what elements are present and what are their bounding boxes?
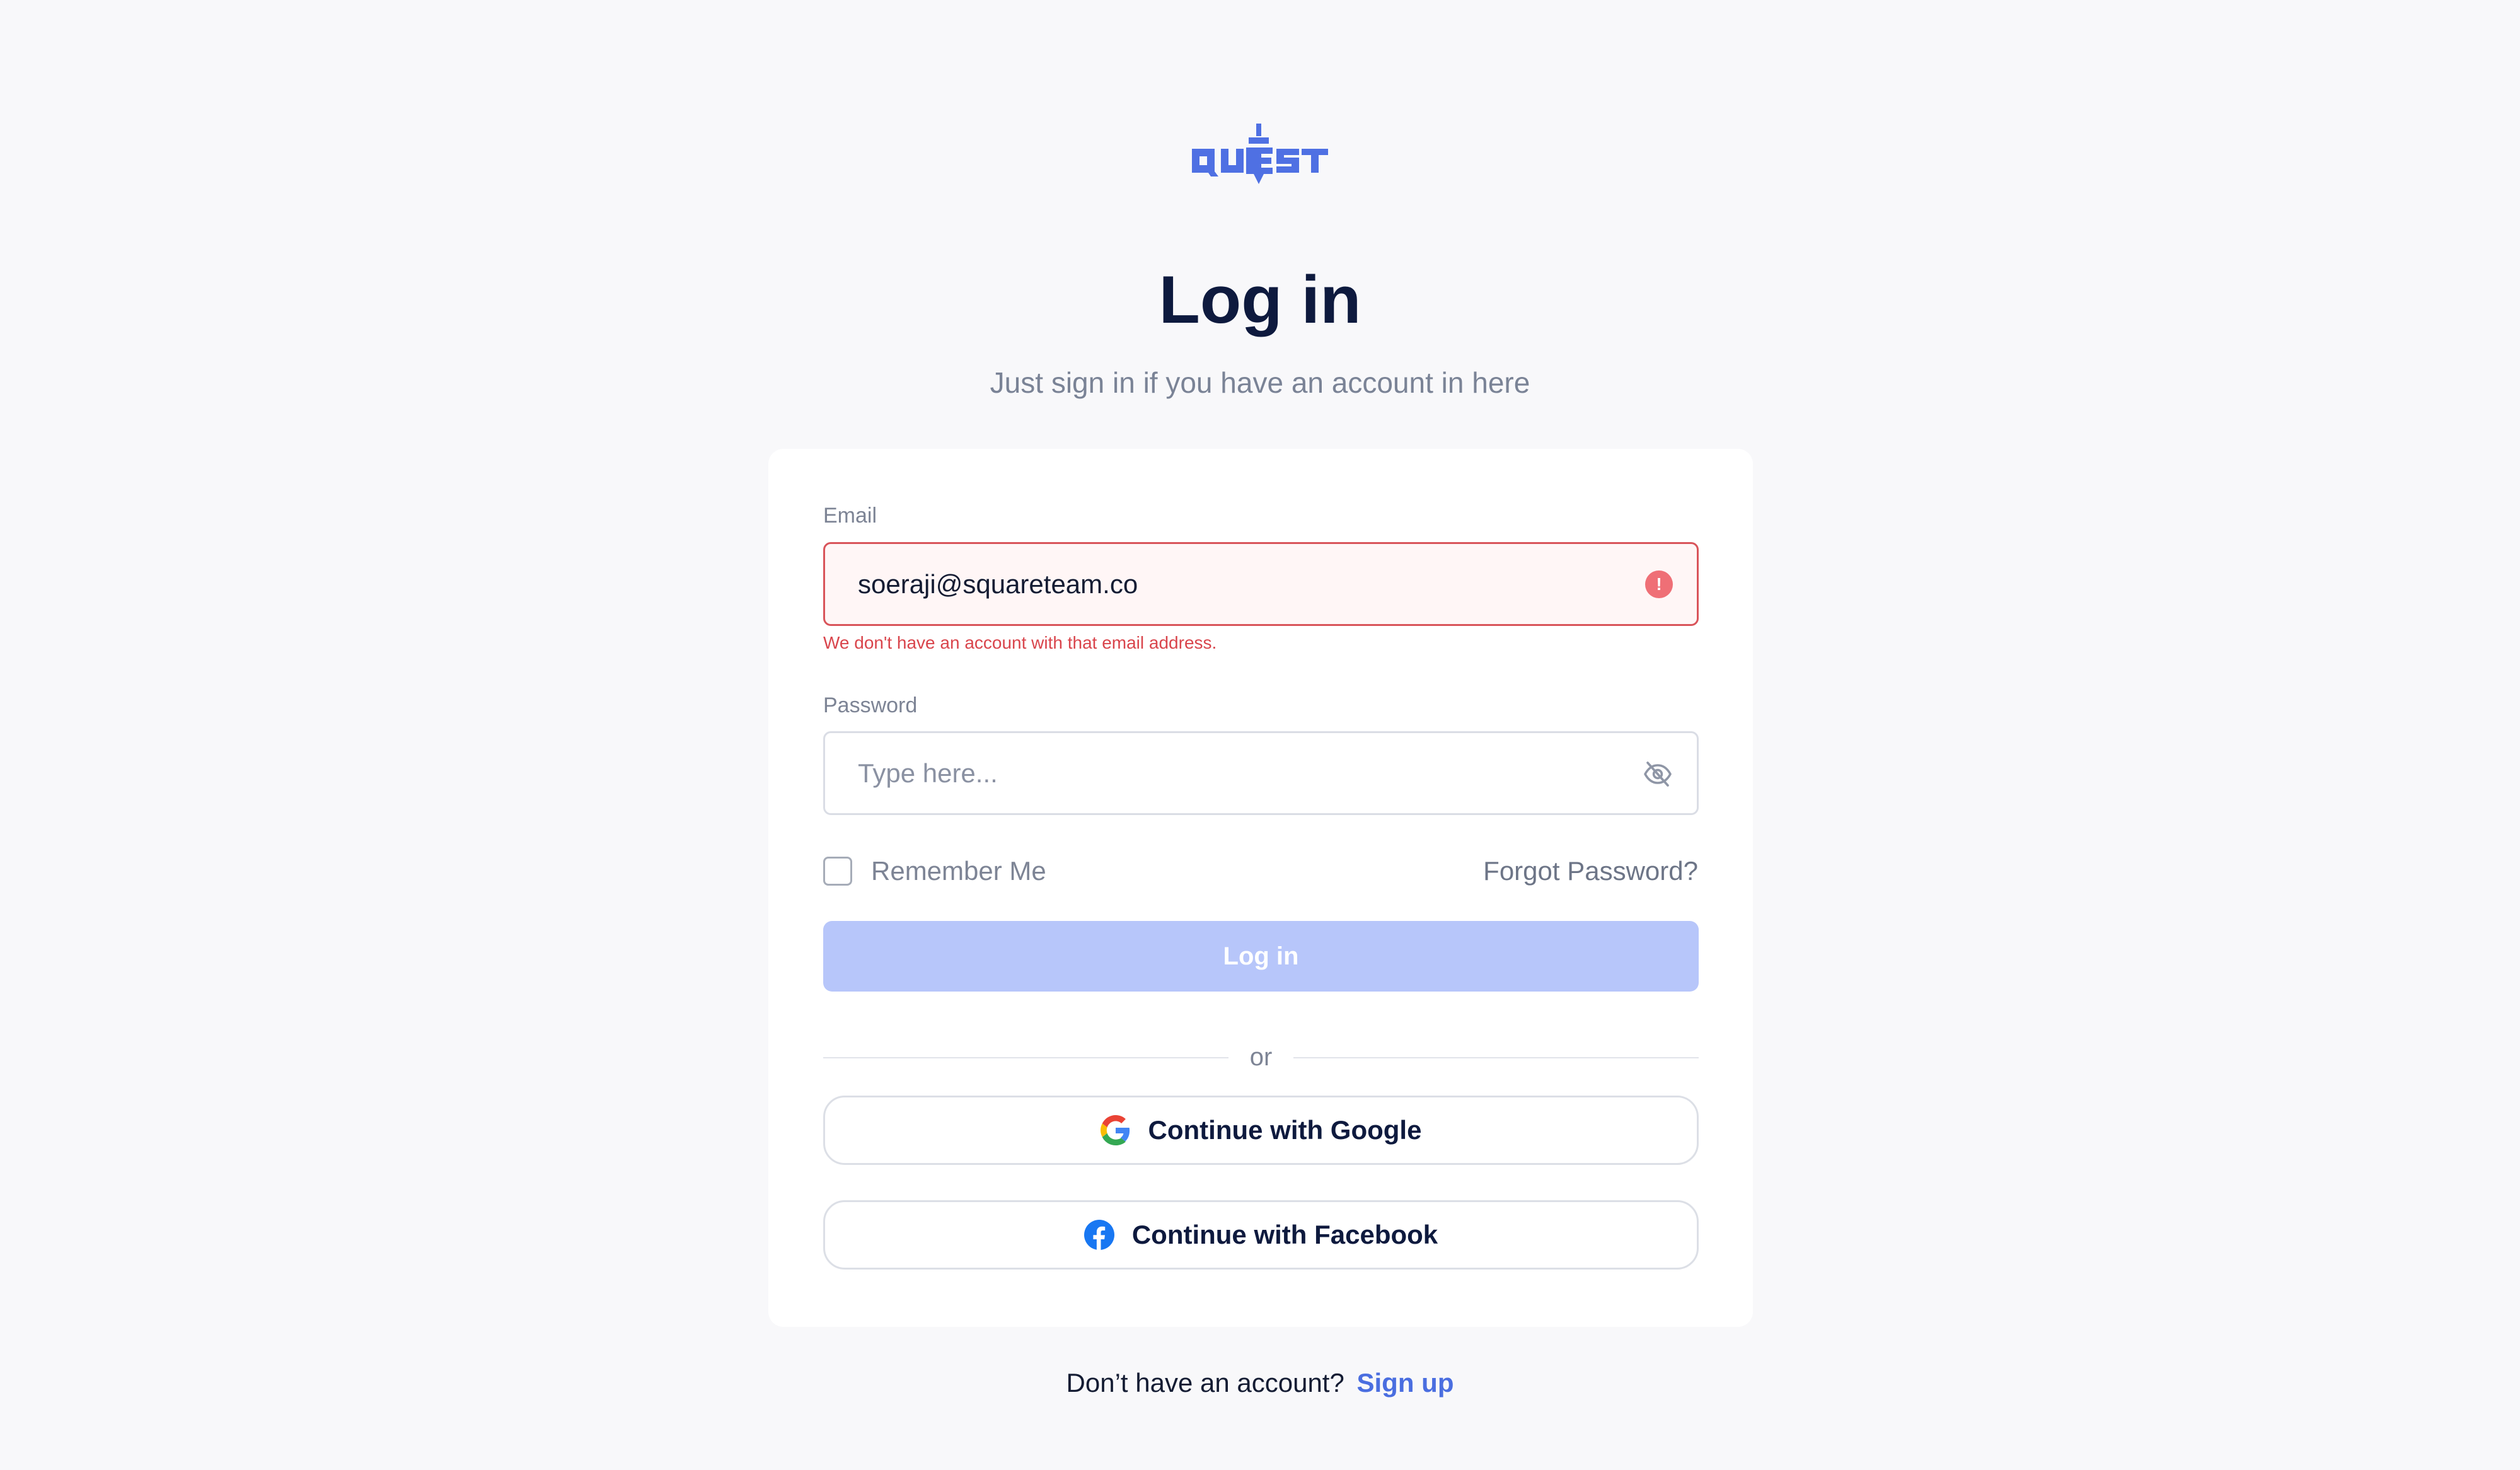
signup-prompt: Don’t have an account? Sign up <box>0 1365 2520 1401</box>
remember-me-label: Remember Me <box>871 856 1046 886</box>
login-page: Log in Just sign in if you have an accou… <box>0 0 2520 1470</box>
google-icon <box>1100 1115 1131 1145</box>
password-input[interactable] <box>858 733 1583 813</box>
password-field[interactable] <box>823 731 1699 815</box>
quest-logo <box>1188 121 1332 185</box>
signup-prompt-text: Don’t have an account? <box>1066 1368 1344 1398</box>
eye-off-icon[interactable] <box>1643 759 1673 789</box>
page-title: Log in <box>1159 262 1361 337</box>
email-input[interactable] <box>858 544 1583 624</box>
facebook-button-label: Continue with Facebook <box>1131 1220 1438 1249</box>
remember-me[interactable]: Remember Me <box>823 852 1046 890</box>
forgot-password-link[interactable]: Forgot Password? <box>1483 852 1698 890</box>
error-icon: ! <box>1645 570 1673 598</box>
or-divider: or <box>823 1041 1699 1073</box>
continue-with-google-button[interactable]: Continue with Google <box>823 1096 1699 1165</box>
facebook-icon <box>1084 1220 1114 1250</box>
email-field[interactable]: ! <box>823 542 1699 626</box>
login-card: Email ! We don't have an account with th… <box>768 449 1753 1327</box>
google-button-label: Continue with Google <box>1148 1115 1422 1145</box>
email-error-message: We don't have an account with that email… <box>823 633 1217 652</box>
password-label: Password <box>823 693 918 717</box>
divider-line <box>1293 1057 1699 1058</box>
remember-me-checkbox[interactable] <box>823 857 852 886</box>
page-subtitle: Just sign in if you have an account in h… <box>990 366 1530 399</box>
sign-up-link[interactable]: Sign up <box>1357 1368 1454 1398</box>
email-label: Email <box>823 504 877 528</box>
login-button[interactable]: Log in <box>823 921 1699 992</box>
continue-with-facebook-button[interactable]: Continue with Facebook <box>823 1200 1699 1270</box>
